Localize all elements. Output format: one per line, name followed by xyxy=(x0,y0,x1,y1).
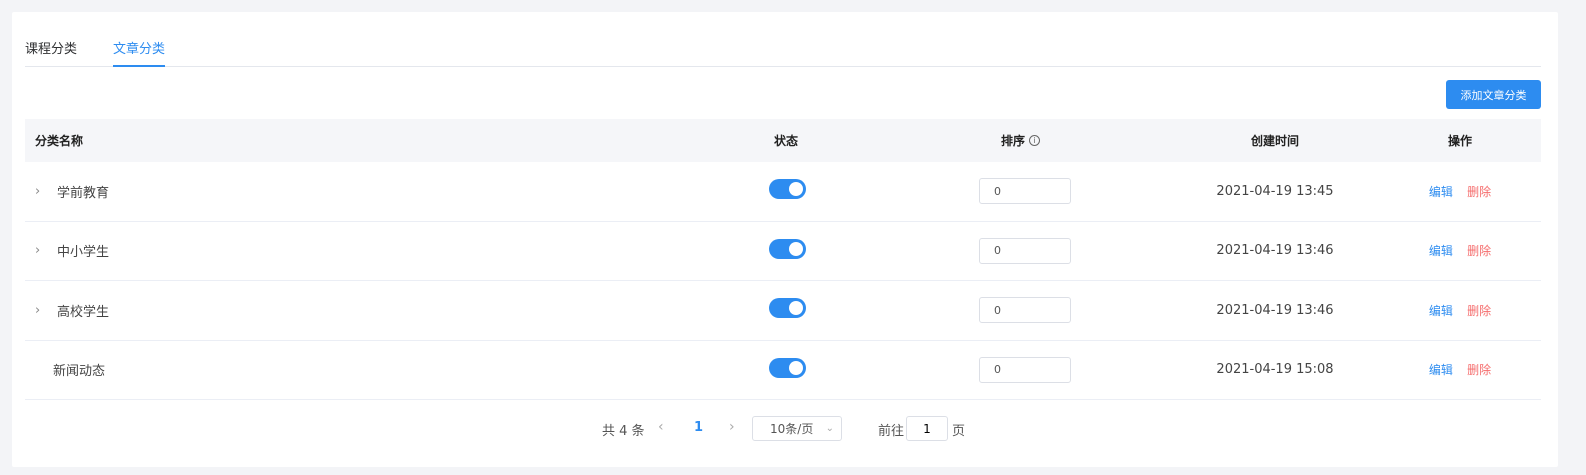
cell-name: 新闻动态 xyxy=(25,360,525,379)
header-sort-label: 排序 xyxy=(1001,134,1026,148)
status-toggle[interactable] xyxy=(768,179,806,200)
edit-link[interactable]: 编辑 xyxy=(1429,304,1453,318)
cell-status xyxy=(767,298,807,322)
cell-created-time: 2021-04-19 13:45 xyxy=(1216,183,1334,199)
tab-article-category[interactable]: 文章分类 xyxy=(113,40,166,67)
category-name: 新闻动态 xyxy=(53,364,106,380)
delete-link[interactable]: 删除 xyxy=(1467,185,1491,199)
cell-operations: 编辑 删除 xyxy=(1415,361,1505,378)
cell-status xyxy=(767,179,807,203)
edit-link[interactable]: 编辑 xyxy=(1429,185,1453,199)
cell-operations: 编辑 删除 xyxy=(1415,183,1505,200)
delete-link[interactable]: 删除 xyxy=(1467,304,1491,318)
cell-name: › 学前教育 xyxy=(25,182,525,201)
cell-name: › 中小学生 xyxy=(25,241,525,260)
cell-sort xyxy=(979,356,1071,383)
category-name: 学前教育 xyxy=(57,185,110,201)
cell-created-time: 2021-04-19 15:08 xyxy=(1216,362,1334,378)
toggle-knob xyxy=(788,241,803,256)
cell-sort xyxy=(979,297,1071,324)
cell-name: › 高校学生 xyxy=(25,301,525,320)
status-toggle[interactable] xyxy=(768,298,806,319)
status-toggle[interactable] xyxy=(768,238,806,259)
cell-created-time: 2021-04-19 13:46 xyxy=(1216,243,1334,259)
chevron-left-icon[interactable]: ‹ xyxy=(658,419,664,435)
category-name: 高校学生 xyxy=(57,304,110,320)
sort-input[interactable] xyxy=(979,237,1071,264)
chevron-right-icon[interactable]: › xyxy=(35,243,49,258)
info-icon[interactable]: i xyxy=(1029,135,1041,146)
page-size-value: 10条/页 xyxy=(770,422,814,436)
edit-link[interactable]: 编辑 xyxy=(1429,363,1453,377)
content-card: 课程分类 文章分类 添加文章分类 分类名称 状态 排序 i 创建时间 操作 › … xyxy=(12,12,1558,467)
delete-link[interactable]: 删除 xyxy=(1467,363,1491,377)
header-time: 创建时间 xyxy=(1250,134,1299,148)
page-suffix: 页 xyxy=(952,424,966,439)
header-name: 分类名称 xyxy=(35,134,84,148)
header-status: 状态 xyxy=(773,134,798,148)
cell-status xyxy=(767,238,807,263)
page-size-select[interactable]: 10条/页 ⌄ xyxy=(752,416,842,441)
chevron-right-icon[interactable]: › xyxy=(729,419,735,435)
chevron-down-icon: ⌄ xyxy=(825,423,834,434)
sort-input[interactable] xyxy=(979,178,1071,205)
goto-page-input[interactable] xyxy=(906,416,948,441)
status-toggle[interactable] xyxy=(768,357,806,378)
pagination: 共 4 条 ‹ 1 › 10条/页 ⌄ 前往 页 xyxy=(12,416,1558,442)
cell-sort xyxy=(979,237,1071,264)
cell-operations: 编辑 删除 xyxy=(1415,302,1505,319)
toggle-knob xyxy=(788,360,803,375)
category-table: 分类名称 状态 排序 i 创建时间 操作 › 学前教育 2021-04-19 1… xyxy=(25,119,1541,400)
table-row: › 学前教育 2021-04-19 13:45 编辑 删除 xyxy=(25,162,1541,222)
table-row: › 高校学生 2021-04-19 13:46 编辑 删除 xyxy=(25,281,1541,341)
table-row: 新闻动态 2021-04-19 15:08 编辑 删除 xyxy=(25,341,1541,400)
cell-status xyxy=(767,357,807,382)
header-op: 操作 xyxy=(1447,134,1472,148)
cell-operations: 编辑 删除 xyxy=(1415,242,1505,259)
chevron-right-icon[interactable]: › xyxy=(35,303,49,318)
cell-created-time: 2021-04-19 13:46 xyxy=(1216,302,1334,318)
sort-input[interactable] xyxy=(979,356,1071,383)
pagination-total: 共 4 条 xyxy=(602,424,645,439)
edit-link[interactable]: 编辑 xyxy=(1429,244,1453,258)
header-sort: 排序 i xyxy=(1001,132,1041,149)
table-header: 分类名称 状态 排序 i 创建时间 操作 xyxy=(25,119,1541,162)
cell-sort xyxy=(979,178,1071,205)
category-name: 中小学生 xyxy=(57,245,110,261)
category-tabs: 课程分类 文章分类 xyxy=(25,40,1541,67)
toggle-knob xyxy=(788,182,803,197)
delete-link[interactable]: 删除 xyxy=(1467,244,1491,258)
sort-input[interactable] xyxy=(979,297,1071,324)
add-article-category-button[interactable]: 添加文章分类 xyxy=(1446,80,1541,109)
pagination-page-1[interactable]: 1 xyxy=(694,420,703,435)
tab-course-category[interactable]: 课程分类 xyxy=(25,40,77,67)
toggle-knob xyxy=(788,301,803,316)
table-row: › 中小学生 2021-04-19 13:46 编辑 删除 xyxy=(25,222,1541,281)
chevron-right-icon[interactable]: › xyxy=(35,184,49,199)
goto-label: 前往 xyxy=(878,424,905,439)
